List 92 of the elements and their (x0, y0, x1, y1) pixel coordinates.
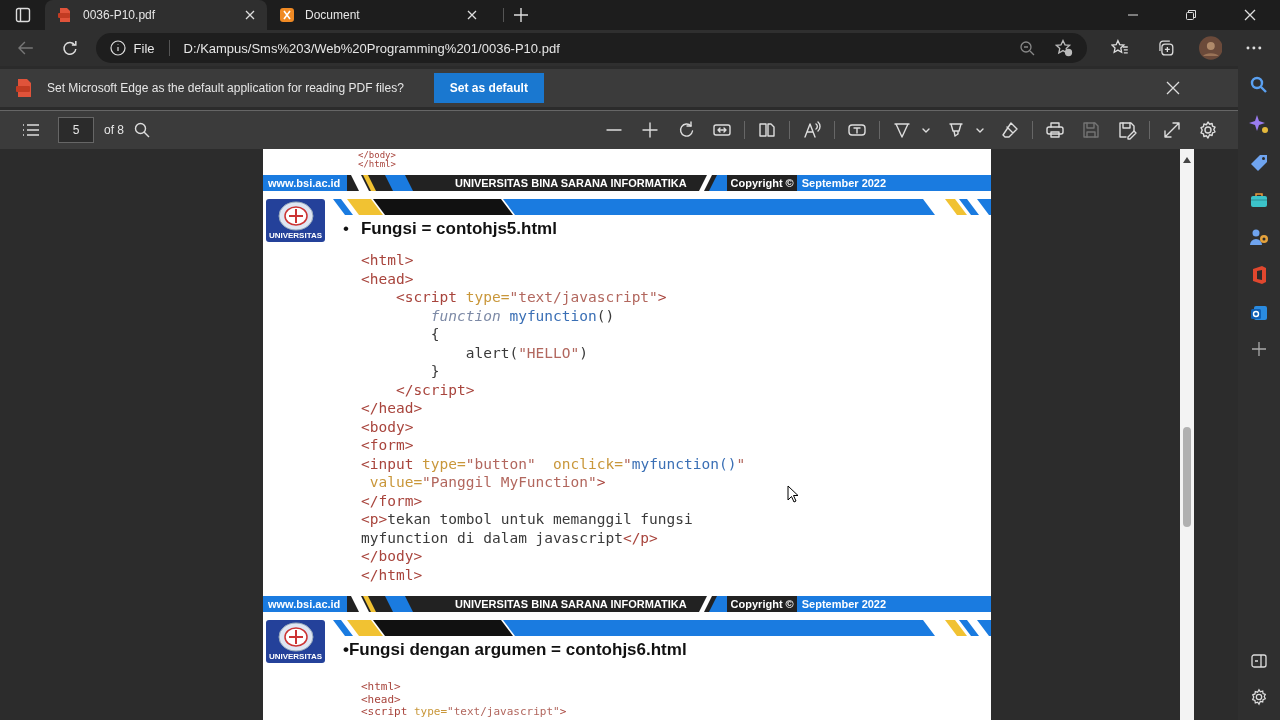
infobar-message: Set Microsoft Edge as the default application for reading PDF files? (47, 81, 404, 95)
code-line: } (429, 362, 440, 381)
code-line: </html> (361, 565, 423, 584)
favorites-icon[interactable] (1111, 39, 1129, 57)
code-line: <script type="text/javascript"> (394, 288, 667, 307)
highlighter-icon[interactable] (946, 120, 966, 140)
code-line: { (429, 325, 440, 344)
add-icon[interactable] (1252, 342, 1266, 356)
page-count: of 8 (104, 123, 124, 137)
code-line: </script> (394, 380, 475, 399)
new-tab-icon[interactable] (503, 8, 528, 22)
restore-icon[interactable] (1186, 10, 1196, 20)
code-line: <form> (361, 436, 414, 455)
sparkle-icon[interactable] (1249, 114, 1269, 134)
avatar[interactable] (1198, 36, 1223, 60)
add-favorite-icon[interactable] (1055, 39, 1074, 57)
code-line: <script type="text/javascript"> (361, 706, 567, 719)
copyright-text: Copyright © (730, 177, 794, 189)
app-icon (279, 7, 295, 23)
university-logo: UNIVERSITAS (266, 620, 325, 663)
collections-icon[interactable] (1156, 39, 1175, 57)
code-line: <input type="button" onclick="myfunction()" (361, 454, 746, 473)
close-icon[interactable] (1166, 81, 1180, 95)
scrollbar-thumb[interactable] (1183, 427, 1191, 527)
refresh-icon[interactable] (61, 40, 78, 56)
code-line: </html> (358, 160, 397, 169)
website-link[interactable]: www.bsi.ac.id (263, 175, 347, 191)
code-line: <html> (361, 681, 401, 694)
code-line: </head> (361, 399, 423, 418)
bullet: • (343, 219, 349, 239)
code-line: <head> (361, 693, 401, 706)
university-name: UNIVERSITAS BINA SARANA INFORMATIKA (455, 177, 687, 189)
code-line: <head> (361, 269, 414, 288)
scrollbar-track[interactable] (1180, 149, 1194, 720)
slide-title: •Fungsi dengan argumen = contohjs6.html (343, 640, 687, 660)
office-icon[interactable] (1251, 266, 1267, 284)
scroll-up-icon[interactable] (1183, 157, 1191, 163)
code-line: myfunction di dalam javascript</p> (361, 528, 658, 547)
search-icon[interactable] (1250, 76, 1268, 94)
toolbox-icon[interactable] (1250, 192, 1268, 208)
university-name: UNIVERSITAS BINA SARANA INFORMATIKA (455, 598, 687, 610)
read-aloud-icon[interactable] (802, 120, 822, 140)
mail-icon[interactable] (1250, 304, 1268, 322)
info-icon (109, 40, 126, 56)
page-number-field[interactable]: 5 (58, 117, 94, 143)
site-info-label: File (133, 40, 155, 56)
zoom-in-icon[interactable] (640, 120, 660, 140)
zoom-icon[interactable] (1019, 40, 1036, 56)
code-line: </body> (358, 151, 397, 160)
set-default-button[interactable]: Set as default (433, 73, 544, 103)
address-bar[interactable]: File D:/Kampus/Sms%203/Web%20Programming%201/0036-P10.pdf (95, 33, 1088, 63)
settings-icon[interactable] (1198, 120, 1218, 140)
stripes-drawing (696, 596, 727, 612)
settings-icon[interactable] (1250, 688, 1268, 706)
mouse-cursor-icon (787, 485, 799, 503)
code-line: <body> (361, 417, 414, 436)
back-icon[interactable] (18, 40, 34, 56)
close-window-icon[interactable] (1244, 9, 1256, 21)
tag-icon[interactable] (1250, 154, 1268, 172)
fullscreen-icon[interactable] (1162, 120, 1182, 140)
more-icon[interactable] (1246, 46, 1262, 50)
code-line: <html> (361, 251, 414, 270)
close-tab-icon[interactable] (245, 10, 255, 20)
copyright-date: September 2022 (796, 596, 991, 612)
copyright-date: September 2022 (796, 175, 991, 191)
code-line: </form> (361, 491, 423, 510)
code-line: alert("HELLO") (464, 343, 588, 362)
code-line: function myfunction() (429, 306, 615, 325)
sidebar-toggle-icon[interactable] (1251, 654, 1267, 668)
emblem-icon (276, 201, 315, 231)
copyright-text: Copyright © (730, 598, 794, 610)
stripes-drawing (696, 175, 727, 191)
website-link[interactable]: www.bsi.ac.id (263, 596, 347, 612)
draw-icon[interactable] (892, 120, 912, 140)
close-tab-icon[interactable] (467, 10, 477, 20)
pdf-file-icon (57, 7, 73, 23)
url-text: D:/Kampus/Sms%203/Web%20Programming%201/0036-P10.pdf (183, 40, 560, 56)
print-icon[interactable] (1045, 120, 1065, 140)
contents-icon[interactable] (22, 123, 40, 137)
pdf-file-icon (15, 78, 33, 98)
university-logo: UNIVERSITAS (266, 199, 325, 242)
search-icon[interactable] (134, 122, 150, 138)
code-line: value="Panggil MyFunction"> (368, 473, 606, 492)
browser-tab[interactable]: 0036-P10.pdf (45, 0, 267, 30)
code-line: </body> (361, 547, 423, 566)
emblem-icon (276, 622, 315, 652)
person-gear-icon[interactable] (1249, 228, 1269, 246)
save-as-icon[interactable] (1117, 120, 1137, 140)
slide-title: Fungsi = contohjs5.html (360, 219, 557, 239)
eraser-icon[interactable] (1000, 120, 1020, 140)
code-line: <p>tekan tombol untuk memanggil fungsi (361, 510, 693, 529)
page-view-icon[interactable] (757, 120, 777, 140)
